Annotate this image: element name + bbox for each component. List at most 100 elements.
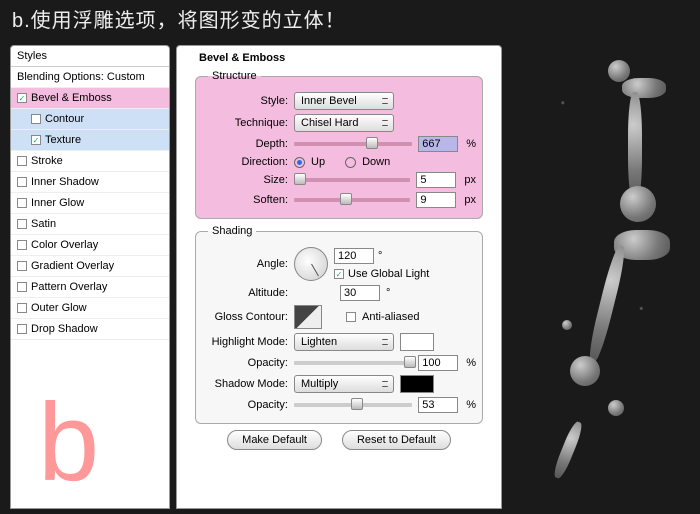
sidebar-item-label: Contour xyxy=(45,113,84,125)
highlight-opacity-label: Opacity: xyxy=(202,357,288,369)
size-slider[interactable] xyxy=(294,178,410,182)
highlight-mode-select[interactable]: Lighten xyxy=(294,333,394,351)
sidebar-item-texture[interactable]: Texture xyxy=(11,130,169,151)
sidebar-item-label: Stroke xyxy=(31,155,63,167)
sidebar-item-label: Outer Glow xyxy=(31,302,87,314)
checkbox-icon[interactable] xyxy=(17,282,27,292)
depth-label: Depth: xyxy=(202,138,288,150)
shadow-mode-value: Multiply xyxy=(301,378,338,390)
step-letter: b xyxy=(38,388,99,498)
altitude-input[interactable]: 30 xyxy=(340,285,380,301)
shadow-opacity-slider[interactable] xyxy=(294,403,412,407)
gloss-contour-picker[interactable] xyxy=(294,305,322,329)
shadow-color-swatch[interactable] xyxy=(400,375,434,393)
shadow-mode-label: Shadow Mode: xyxy=(202,378,288,390)
highlight-mode-label: Highlight Mode: xyxy=(202,336,288,348)
sidebar-item-label: Inner Glow xyxy=(31,197,84,209)
checkbox-icon[interactable] xyxy=(17,303,27,313)
size-label: Size: xyxy=(202,174,288,186)
checkbox-icon[interactable] xyxy=(31,114,41,124)
antialias-checkbox[interactable] xyxy=(346,312,356,322)
angle-dial[interactable] xyxy=(294,247,328,281)
unit: % xyxy=(466,138,476,150)
main-panel: Bevel & Emboss Structure Style:Inner Bev… xyxy=(176,45,502,509)
sidebar-item-label: Pattern Overlay xyxy=(31,281,107,293)
bevel-emboss-fieldset: Bevel & Emboss Structure Style:Inner Bev… xyxy=(183,52,495,456)
highlight-opacity-input[interactable]: 100 xyxy=(418,355,458,371)
artwork-preview xyxy=(504,0,700,514)
degree: ° xyxy=(378,250,382,262)
sidebar-item-label: Bevel & Emboss xyxy=(31,92,112,104)
sidebar-header: Styles xyxy=(11,46,169,67)
unit: % xyxy=(466,399,476,411)
shading-legend: Shading xyxy=(208,225,256,237)
angle-label: Angle: xyxy=(202,258,288,270)
depth-input[interactable]: 667 xyxy=(418,136,458,152)
instruction-caption: b.使用浮雕选项，将图形变的立体！ xyxy=(12,4,346,33)
checkbox-icon[interactable] xyxy=(17,156,27,166)
sidebar-item-label: Gradient Overlay xyxy=(31,260,114,272)
global-light-checkbox[interactable] xyxy=(334,269,344,279)
unit: % xyxy=(466,357,476,369)
style-value: Inner Bevel xyxy=(301,95,357,107)
depth-slider[interactable] xyxy=(294,142,412,146)
checkbox-icon[interactable] xyxy=(17,324,27,334)
blending-options-item[interactable]: Blending Options: Custom xyxy=(11,67,169,88)
angle-input[interactable]: 120 xyxy=(334,248,374,264)
unit: px xyxy=(464,194,476,206)
shadow-opacity-label: Opacity: xyxy=(202,399,288,411)
degree: ° xyxy=(386,287,390,299)
soften-slider[interactable] xyxy=(294,198,410,202)
style-select[interactable]: Inner Bevel xyxy=(294,92,394,110)
shading-fieldset: Shading Angle: 120 ° Use Global Light Alt… xyxy=(195,225,483,424)
checkbox-icon[interactable] xyxy=(17,261,27,271)
technique-label: Technique: xyxy=(202,117,288,129)
global-light-label: Use Global Light xyxy=(348,268,429,280)
make-default-button[interactable]: Make Default xyxy=(227,430,322,450)
highlight-color-swatch[interactable] xyxy=(400,333,434,351)
antialias-label: Anti-aliased xyxy=(362,311,419,323)
sidebar-item-label: Satin xyxy=(31,218,56,230)
sidebar-item-drop-shadow[interactable]: Drop Shadow xyxy=(11,319,169,340)
sidebar-item-outer-glow[interactable]: Outer Glow xyxy=(11,298,169,319)
sidebar-item-contour[interactable]: Contour xyxy=(11,109,169,130)
checkbox-icon[interactable] xyxy=(17,219,27,229)
sidebar-item-color-overlay[interactable]: Color Overlay xyxy=(11,235,169,256)
highlight-opacity-slider[interactable] xyxy=(294,361,412,365)
size-input[interactable]: 5 xyxy=(416,172,456,188)
shadow-opacity-input[interactable]: 53 xyxy=(418,397,458,413)
altitude-label: Altitude: xyxy=(202,287,288,299)
structure-fieldset: Structure Style: Inner Bevel Technique: Ch… xyxy=(195,70,483,219)
checkbox-icon[interactable] xyxy=(17,93,27,103)
sidebar-item-inner-shadow[interactable]: Inner Shadow xyxy=(11,172,169,193)
reset-default-button[interactable]: Reset to Default xyxy=(342,430,451,450)
direction-label: Direction: xyxy=(202,156,288,168)
soften-input[interactable]: 9 xyxy=(416,192,456,208)
sidebar-item-bevel-emboss[interactable]: Bevel & Emboss xyxy=(11,88,169,109)
technique-value: Chisel Hard xyxy=(301,117,358,129)
checkbox-icon[interactable] xyxy=(17,240,27,250)
up-label: Up xyxy=(311,156,325,168)
direction-up-radio[interactable] xyxy=(294,157,305,168)
sidebar-item-inner-glow[interactable]: Inner Glow xyxy=(11,193,169,214)
sidebar-item-stroke[interactable]: Stroke xyxy=(11,151,169,172)
sidebar-item-gradient-overlay[interactable]: Gradient Overlay xyxy=(11,256,169,277)
sidebar-item-label: Inner Shadow xyxy=(31,176,99,188)
unit: px xyxy=(464,174,476,186)
checkbox-icon[interactable] xyxy=(17,177,27,187)
checkbox-icon[interactable] xyxy=(31,135,41,145)
checkbox-icon[interactable] xyxy=(17,198,27,208)
technique-select[interactable]: Chisel Hard xyxy=(294,114,394,132)
sidebar-item-satin[interactable]: Satin xyxy=(11,214,169,235)
structure-legend: Structure xyxy=(208,70,261,82)
sidebar-item-label: Texture xyxy=(45,134,81,146)
gloss-contour-label: Gloss Contour: xyxy=(202,311,288,323)
down-label: Down xyxy=(362,156,390,168)
style-label: Style: xyxy=(202,95,288,107)
sidebar-item-pattern-overlay[interactable]: Pattern Overlay xyxy=(11,277,169,298)
sidebar-item-label: Color Overlay xyxy=(31,239,98,251)
direction-down-radio[interactable] xyxy=(345,157,356,168)
soften-label: Soften: xyxy=(202,194,288,206)
highlight-mode-value: Lighten xyxy=(301,336,337,348)
shadow-mode-select[interactable]: Multiply xyxy=(294,375,394,393)
